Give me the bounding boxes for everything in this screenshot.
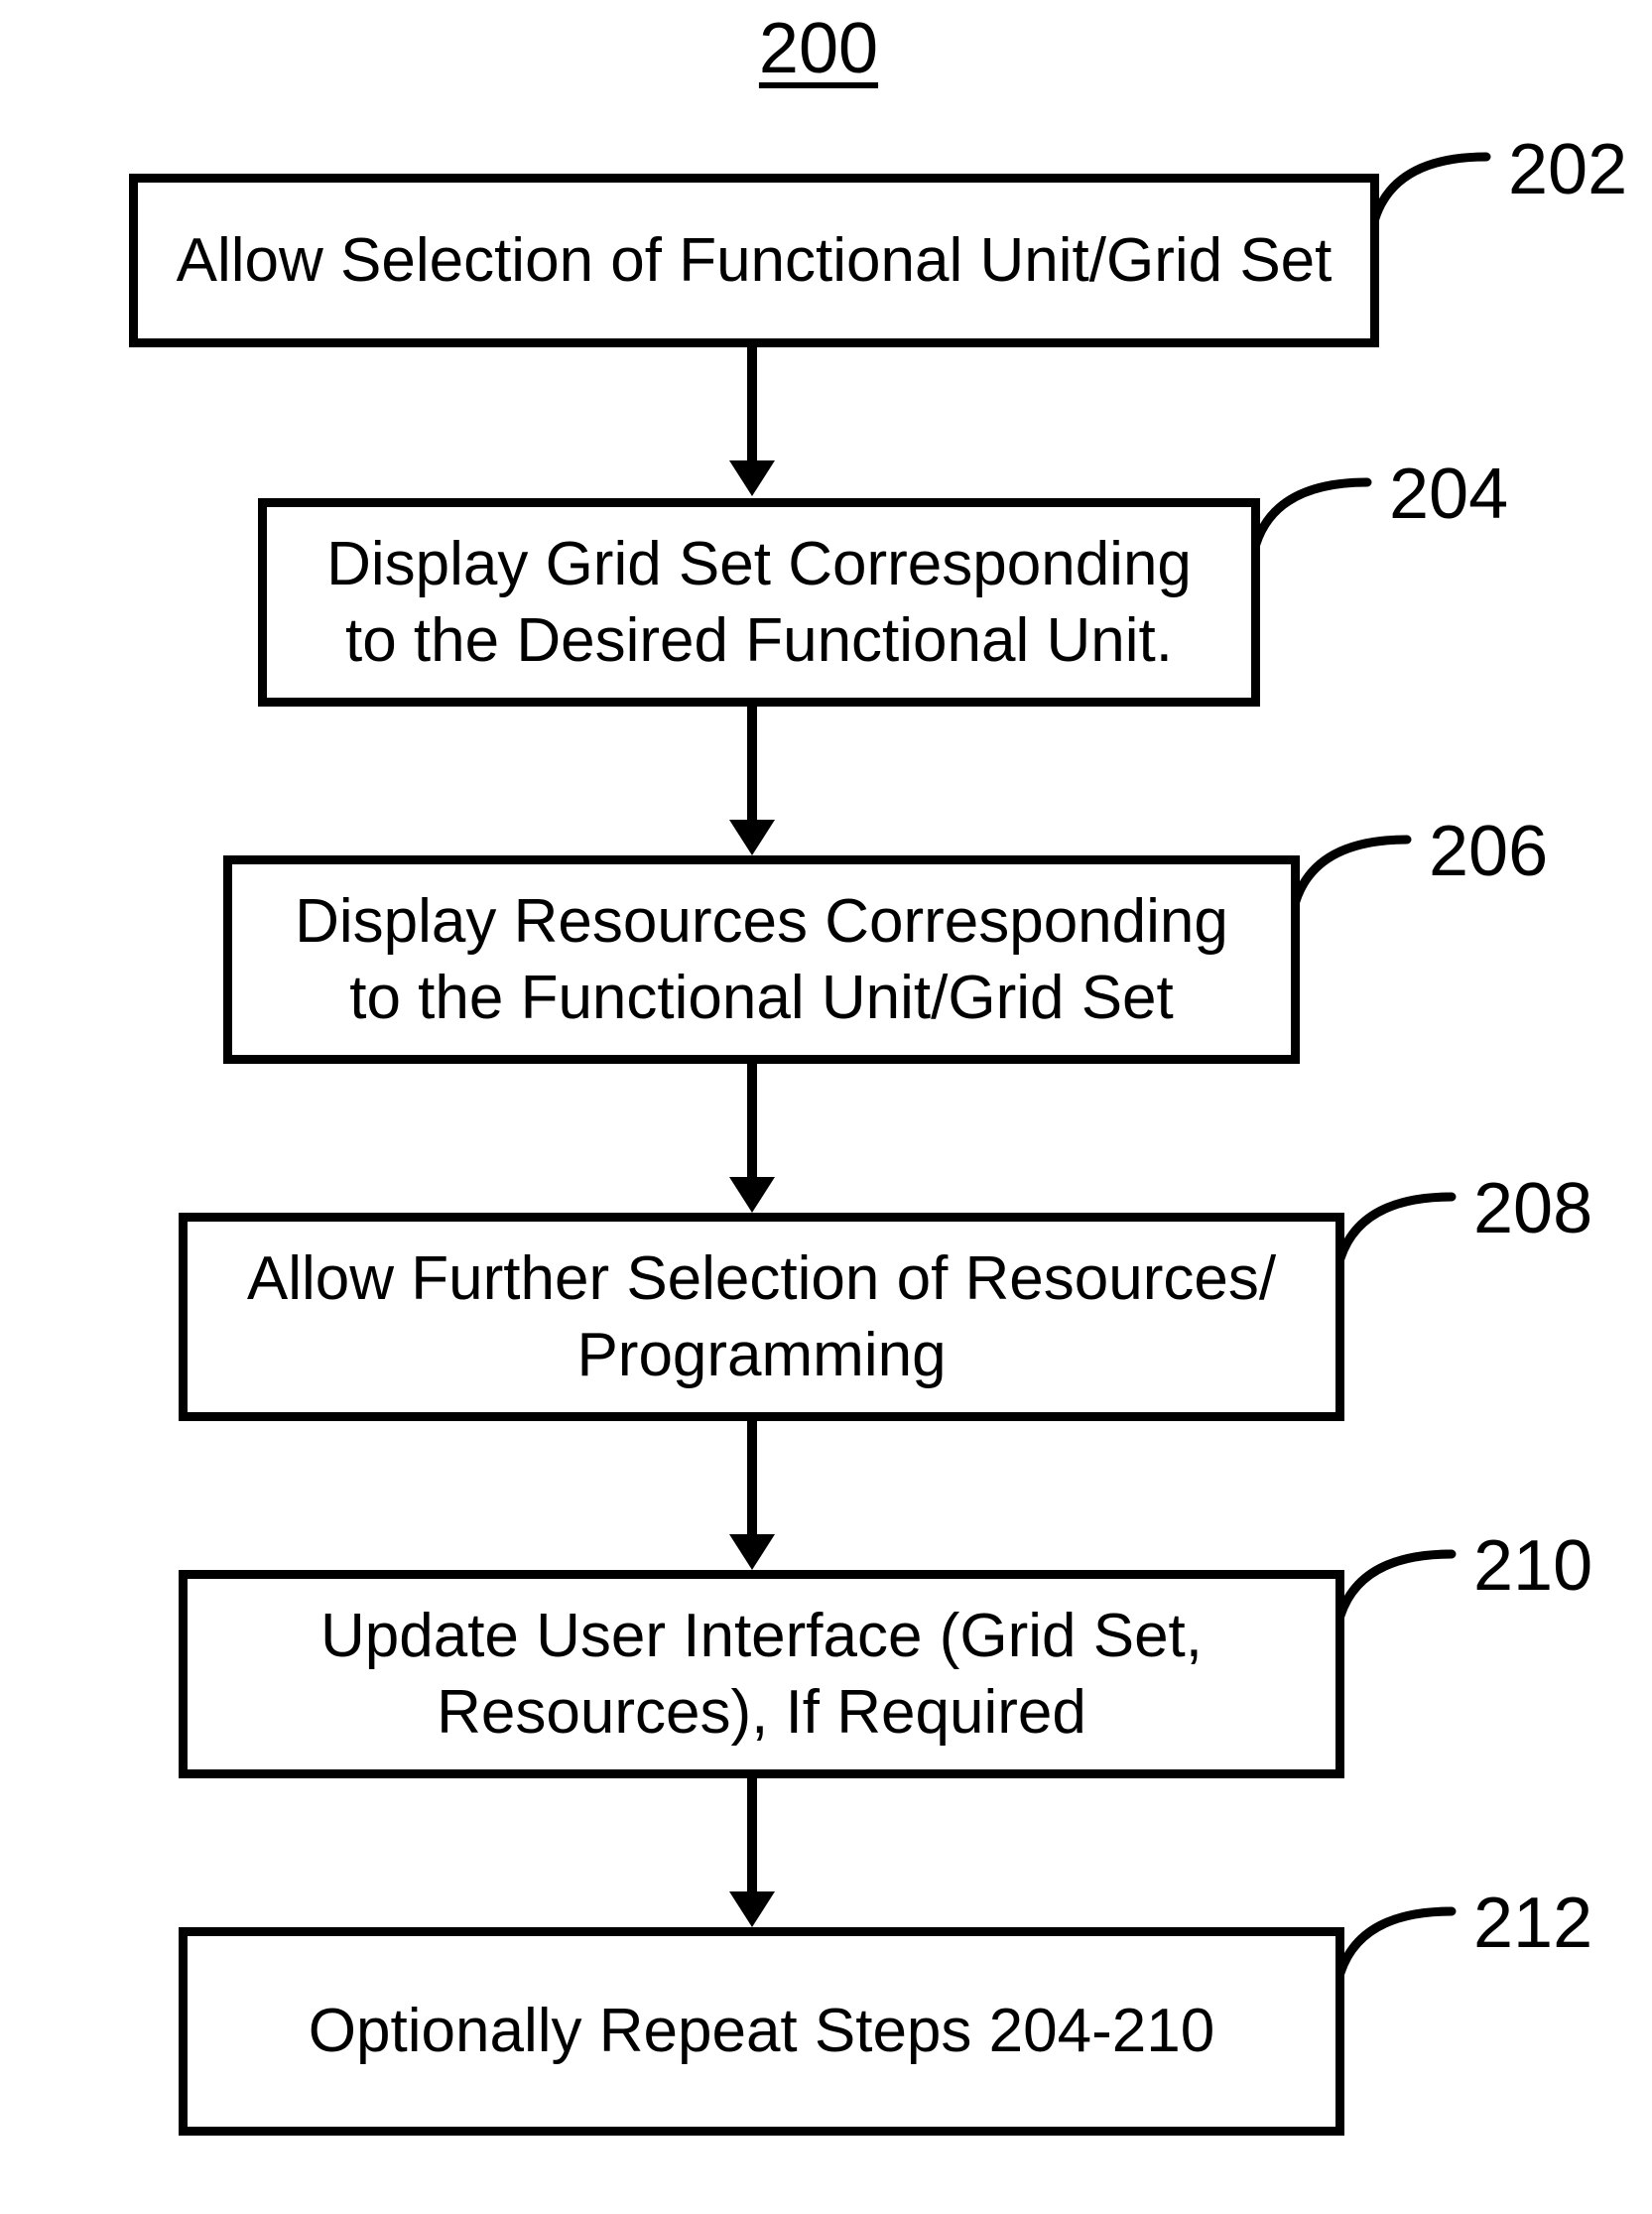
step-text: Optionally Repeat Steps 204-210 [309,1993,1214,2070]
ref-num-206: 206 [1429,811,1548,892]
leader-202 [1367,149,1496,228]
arrow-1 [729,347,775,496]
leader-212 [1333,1903,1461,1983]
step-text: Allow Selection of Functional Unit/Grid … [177,222,1333,300]
step-box-204: Display Grid Set Corresponding to the De… [258,498,1260,707]
step-text: Display Grid Set Corresponding to the De… [297,526,1221,680]
leader-208 [1333,1189,1461,1268]
step-text: Allow Further Selection of Resources/ Pr… [217,1240,1306,1394]
leader-206 [1288,832,1417,911]
step-text: Update User Interface (Grid Set, Resourc… [217,1598,1306,1752]
figure-title: 200 [695,8,943,89]
ref-num-212: 212 [1473,1883,1592,1964]
arrow-2 [729,707,775,855]
step-box-202: Allow Selection of Functional Unit/Grid … [129,174,1379,347]
step-text: Display Resources Corresponding to the F… [262,883,1261,1037]
ref-num-202: 202 [1508,129,1627,210]
arrow-3 [729,1064,775,1213]
step-box-208: Allow Further Selection of Resources/ Pr… [179,1213,1344,1421]
leader-204 [1248,474,1377,554]
step-box-206: Display Resources Corresponding to the F… [223,855,1300,1064]
ref-num-204: 204 [1389,454,1508,535]
leader-210 [1333,1546,1461,1626]
arrow-5 [729,1778,775,1927]
ref-num-210: 210 [1473,1525,1592,1607]
ref-num-208: 208 [1473,1168,1592,1249]
step-box-212: Optionally Repeat Steps 204-210 [179,1927,1344,2136]
step-box-210: Update User Interface (Grid Set, Resourc… [179,1570,1344,1778]
arrow-4 [729,1421,775,1570]
flowchart-canvas: 200 Allow Selection of Functional Unit/G… [0,0,1652,2214]
